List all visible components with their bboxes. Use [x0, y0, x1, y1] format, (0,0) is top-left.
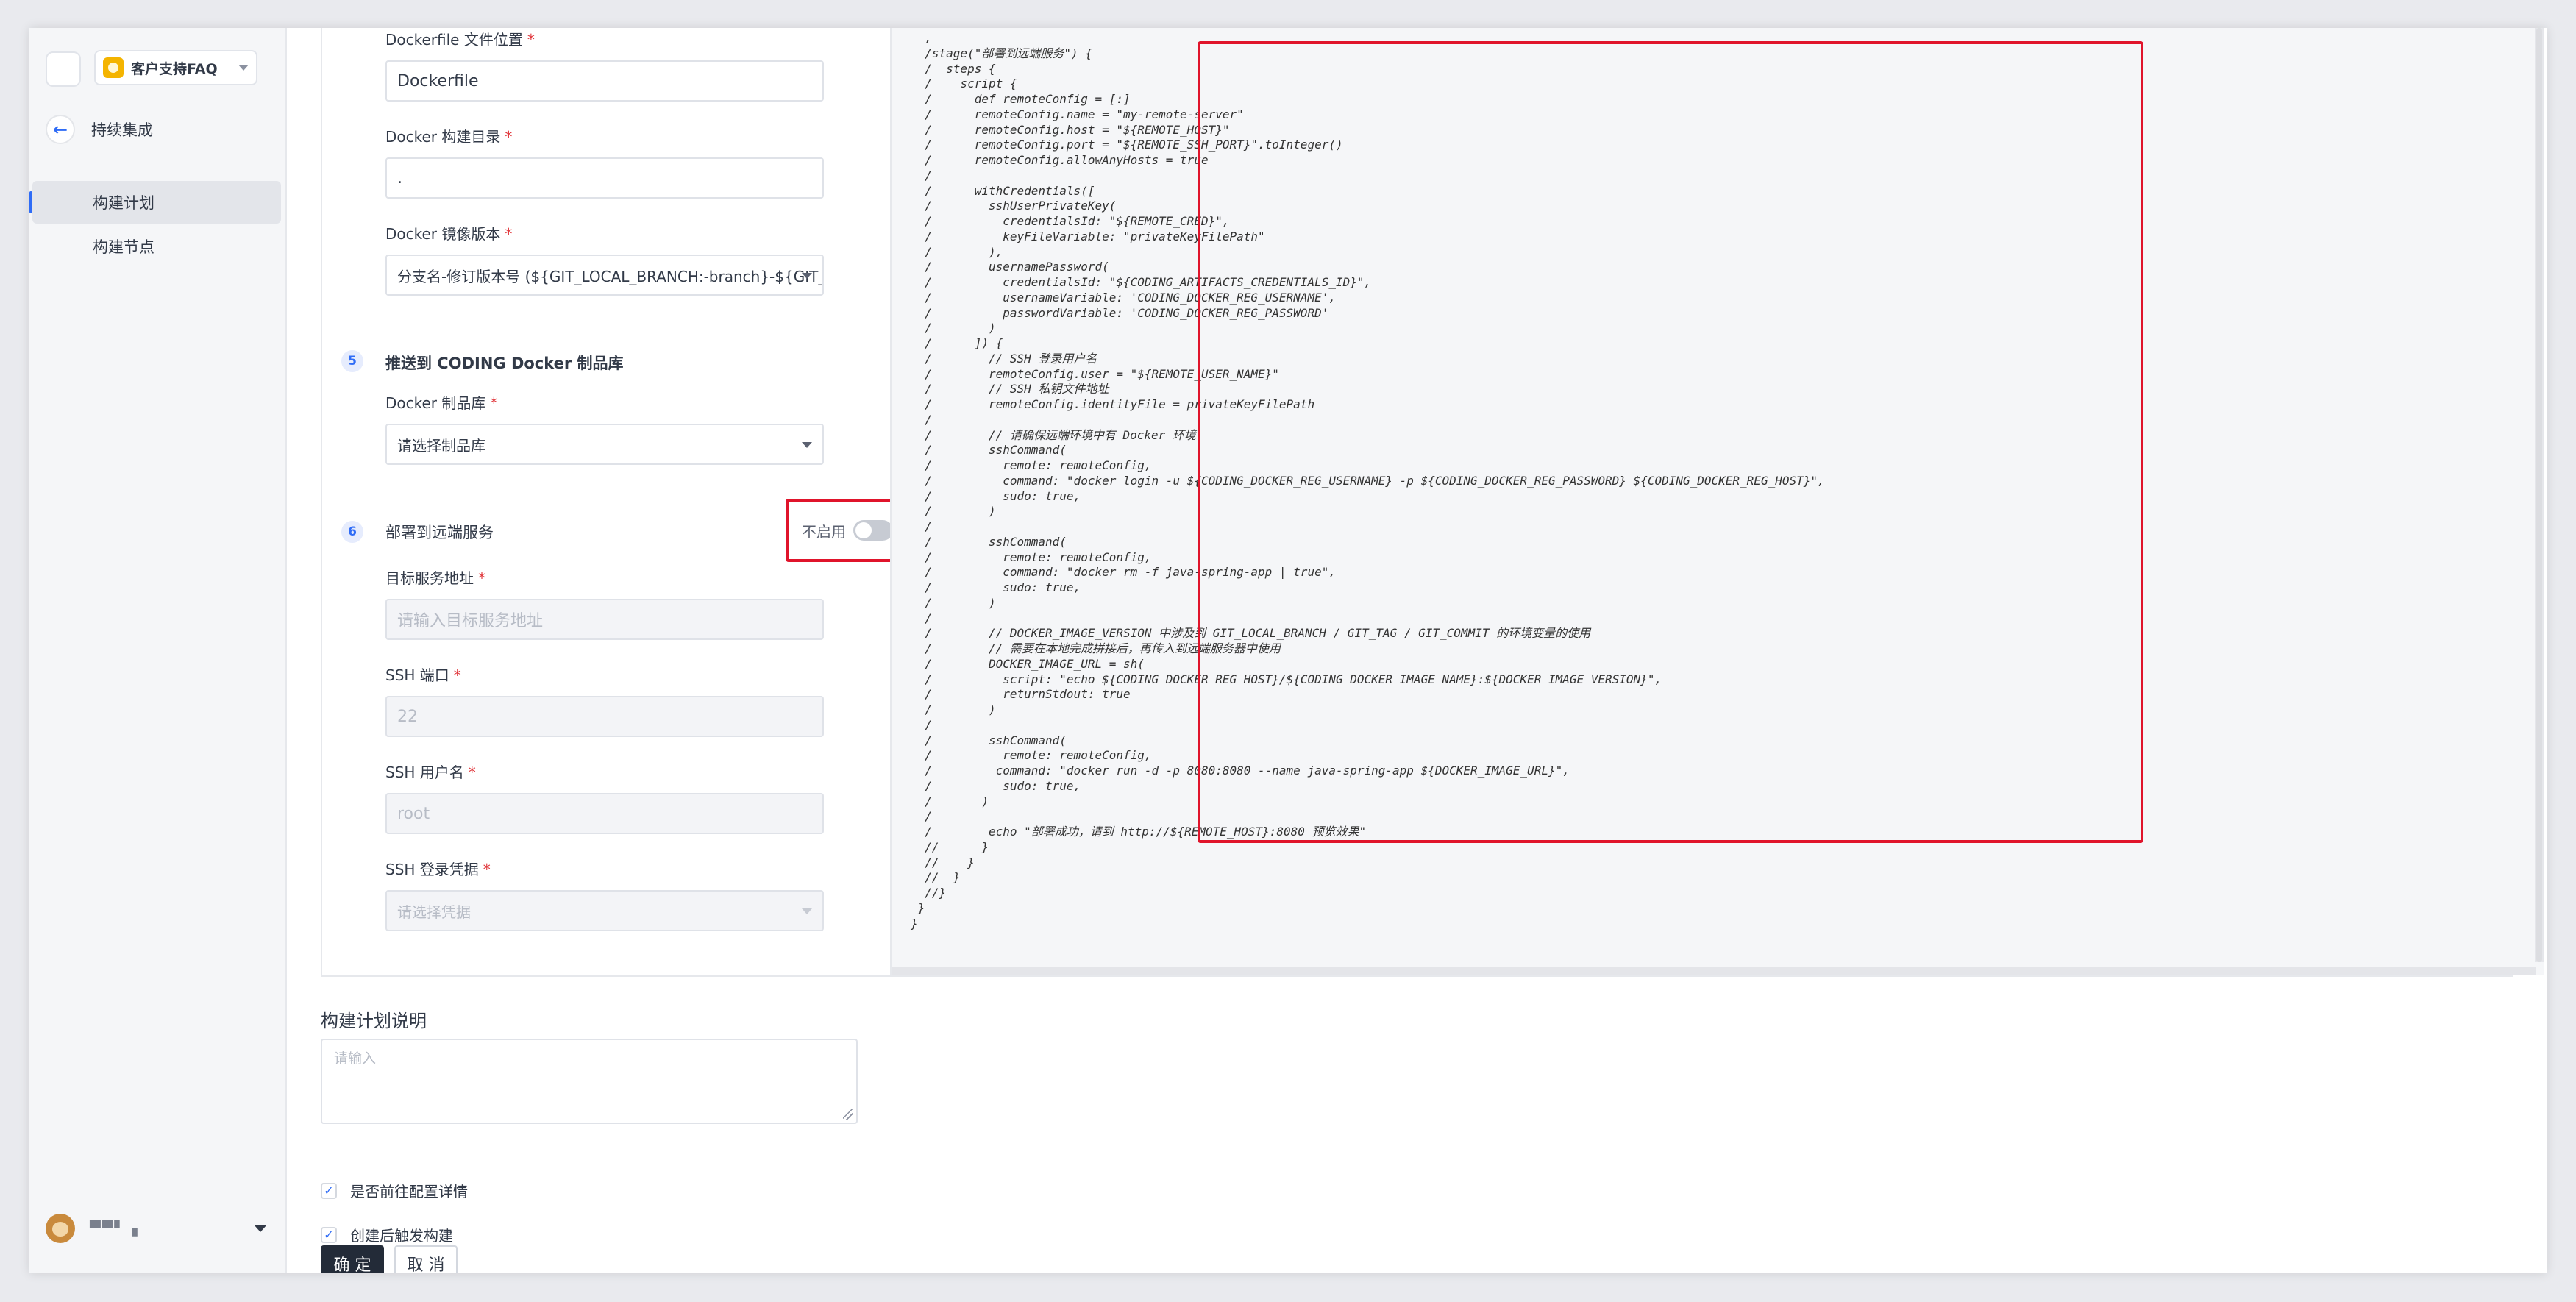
project-avatar-icon [103, 57, 124, 78]
arrow-left-icon[interactable]: ← [46, 115, 75, 144]
ssh-user-input[interactable]: root [385, 793, 824, 834]
main-content: Dockerfile 文件位置 * Dockerfile Docker 构建目录 *… [287, 28, 2547, 1273]
step-number-6: 6 [341, 521, 363, 543]
ssh-user-label: SSH 用户名 * [385, 764, 476, 781]
build-dir-label: Docker 构建目录 * [385, 128, 513, 146]
project-selector[interactable]: 客户支持FAQ [94, 50, 257, 85]
deploy-toggle[interactable] [853, 520, 893, 541]
check-icon[interactable]: ✓ [321, 1182, 337, 1199]
avatar[interactable] [46, 1214, 75, 1243]
dockerfile-label: Dockerfile 文件位置 * [385, 31, 535, 49]
image-version-value: 分支名-修订版本号 (${GIT_LOCAL_BRANCH:-branch}-$… [397, 267, 824, 285]
chevron-down-icon [802, 442, 812, 448]
ssh-port-label: SSH 端口 * [385, 666, 461, 684]
step-title-deploy: 部署到远端服务 [385, 524, 494, 541]
ssh-user-value: root [397, 804, 430, 823]
description-title: 构建计划说明 [321, 1011, 427, 1031]
sidebar-item-build-nodes[interactable]: 构建节点 [32, 225, 281, 268]
chevron-down-icon [238, 65, 249, 71]
build-config-card: Dockerfile 文件位置 * Dockerfile Docker 构建目录 *… [321, 28, 2544, 977]
sidebar-item-build-plans[interactable]: 构建计划 [32, 181, 281, 224]
sidebar-item-label: 构建计划 [93, 194, 154, 212]
host-placeholder: 请输入目标服务地址 [397, 612, 544, 630]
caret-down-icon[interactable] [255, 1225, 266, 1232]
step-number-5: 5 [341, 350, 363, 372]
confirm-button[interactable]: 确 定 [321, 1245, 384, 1273]
user-name: ▀▀▘▗ [90, 1220, 139, 1237]
ssh-port-input[interactable]: 22 [385, 696, 824, 737]
jenkinsfile-editor[interactable]: , /stage("部署到远端服务") { / steps { / script… [890, 28, 2544, 975]
project-name: 客户支持FAQ [131, 60, 218, 77]
code-text[interactable]: , /stage("部署到远端服务") { / steps { / script… [892, 31, 1825, 931]
sidebar: 客户支持FAQ ← 持续集成 构建计划 构建节点 ▀▀▘▗ [29, 28, 287, 1273]
user-menu[interactable]: ▀▀▘▗ [46, 1212, 274, 1245]
registry-placeholder: 请选择制品库 [397, 436, 485, 455]
option-trigger-build[interactable]: ✓ 创建后触发构建 [321, 1224, 453, 1245]
registry-select[interactable]: 请选择制品库 [385, 424, 824, 465]
chevron-down-icon [802, 908, 812, 914]
module-title: 持续集成 [91, 121, 153, 139]
app-window: 客户支持FAQ ← 持续集成 构建计划 构建节点 ▀▀▘▗ Dockerfile… [29, 28, 2547, 1273]
chevron-down-icon [802, 273, 812, 279]
image-version-select[interactable]: 分支名-修订版本号 (${GIT_LOCAL_BRANCH:-branch}-$… [385, 255, 824, 296]
check-icon[interactable]: ✓ [321, 1226, 337, 1243]
description-placeholder: 请输入 [334, 1050, 377, 1067]
host-label: 目标服务地址 * [385, 569, 485, 587]
host-input[interactable]: 请输入目标服务地址 [385, 599, 824, 640]
team-logo[interactable] [46, 51, 81, 87]
option-label: 创建后触发构建 [350, 1227, 453, 1245]
toggle-label: 不启用 [802, 522, 846, 541]
registry-label: Docker 制品库 * [385, 394, 498, 412]
ssh-port-value: 22 [397, 707, 418, 726]
image-version-label: Docker 镜像版本 * [385, 225, 513, 243]
build-dir-input[interactable]: . [385, 157, 824, 199]
horizontal-scrollbar[interactable] [892, 967, 2536, 975]
step-title-push: 推送到 CODING Docker 制品库 [385, 355, 624, 372]
dockerfile-input[interactable]: Dockerfile [385, 60, 824, 102]
ssh-cred-label: SSH 登录凭据 * [385, 861, 491, 878]
option-label: 是否前往配置详情 [350, 1183, 468, 1200]
vertical-scrollbar[interactable] [2535, 28, 2544, 962]
build-dir-value: . [397, 168, 402, 188]
ssh-cred-placeholder: 请选择凭据 [397, 903, 471, 921]
ssh-cred-select[interactable]: 请选择凭据 [385, 890, 824, 931]
back-to-ci[interactable]: ← 持续集成 [46, 113, 153, 146]
option-go-to-config[interactable]: ✓ 是否前往配置详情 [321, 1180, 468, 1201]
resize-grip-icon[interactable] [843, 1109, 853, 1120]
cancel-button[interactable]: 取 消 [394, 1245, 458, 1273]
dockerfile-value: Dockerfile [397, 71, 479, 90]
sidebar-item-label: 构建节点 [93, 238, 154, 256]
description-textarea[interactable]: 请输入 [321, 1039, 858, 1124]
